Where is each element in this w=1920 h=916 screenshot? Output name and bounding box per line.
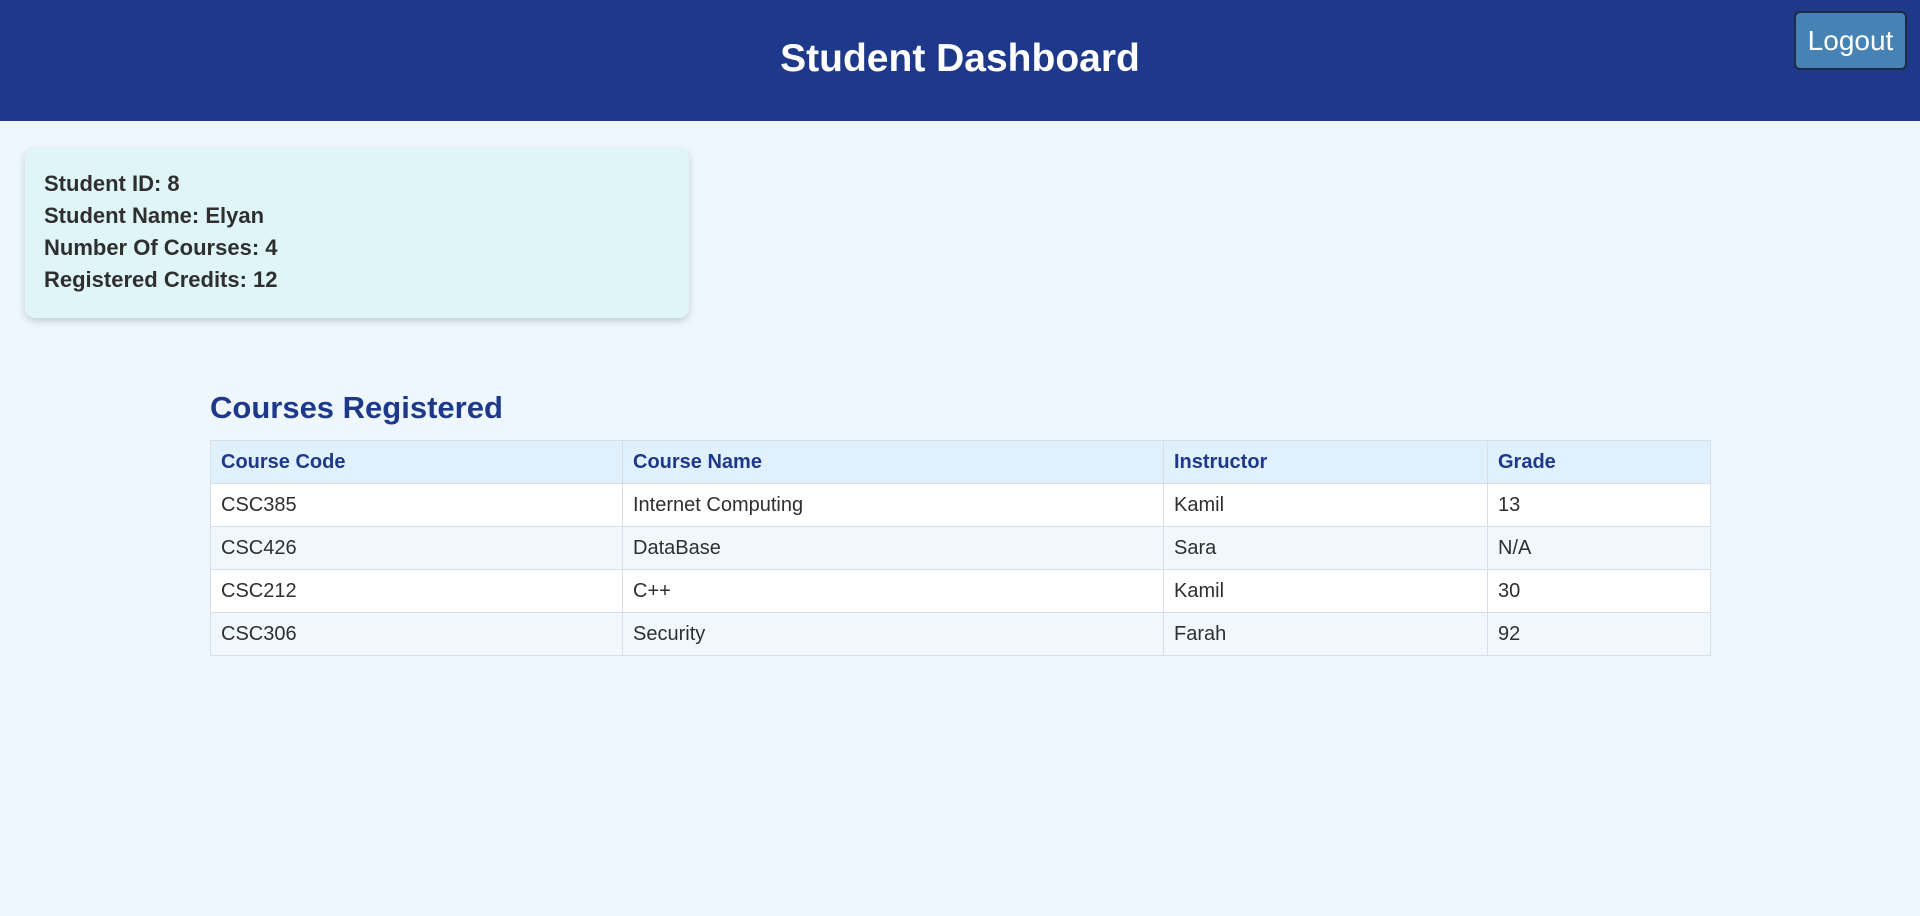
- cell-grade: 30: [1487, 569, 1711, 613]
- cell-grade: N/A: [1487, 526, 1711, 570]
- cell-instructor: Kamil: [1163, 483, 1488, 527]
- cell-instructor: Kamil: [1163, 569, 1488, 613]
- logout-button[interactable]: Logout: [1794, 11, 1907, 70]
- column-header-instructor: Instructor: [1163, 440, 1488, 484]
- cell-grade: 92: [1487, 612, 1711, 656]
- header-bar: Student Dashboard Logout: [0, 0, 1920, 121]
- registered-credits: Registered Credits: 12: [44, 267, 278, 292]
- page-title: Student Dashboard: [780, 36, 1140, 80]
- column-header-course-name: Course Name: [622, 440, 1164, 484]
- cell-course-name: Security: [622, 612, 1164, 656]
- courses-table: Course Code Course Name Instructor Grade…: [210, 440, 1711, 656]
- cell-course-code: CSC385: [210, 483, 623, 527]
- cell-course-code: CSC426: [210, 526, 623, 570]
- cell-course-name: Internet Computing: [622, 483, 1164, 527]
- cell-instructor: Farah: [1163, 612, 1488, 656]
- cell-course-name: C++: [622, 569, 1164, 613]
- cell-course-code: CSC212: [210, 569, 623, 613]
- cell-instructor: Sara: [1163, 526, 1488, 570]
- number-of-courses: Number Of Courses: 4: [44, 235, 278, 260]
- student-id: Student ID: 8: [44, 171, 180, 196]
- student-info-card: Student ID: 8 Student Name: Elyan Number…: [25, 148, 689, 318]
- courses-section-title: Courses Registered: [210, 390, 503, 425]
- table-row: CSC306 Security Farah 92: [210, 612, 1711, 656]
- table-row: CSC212 C++ Kamil 30: [210, 569, 1711, 613]
- table-row: CSC385 Internet Computing Kamil 13: [210, 483, 1711, 527]
- table-header-row: Course Code Course Name Instructor Grade: [210, 440, 1711, 484]
- cell-grade: 13: [1487, 483, 1711, 527]
- column-header-course-code: Course Code: [210, 440, 623, 484]
- student-name: Student Name: Elyan: [44, 203, 265, 228]
- cell-course-code: CSC306: [210, 612, 623, 656]
- table-row: CSC426 DataBase Sara N/A: [210, 526, 1711, 570]
- column-header-grade: Grade: [1487, 440, 1711, 484]
- cell-course-name: DataBase: [622, 526, 1164, 570]
